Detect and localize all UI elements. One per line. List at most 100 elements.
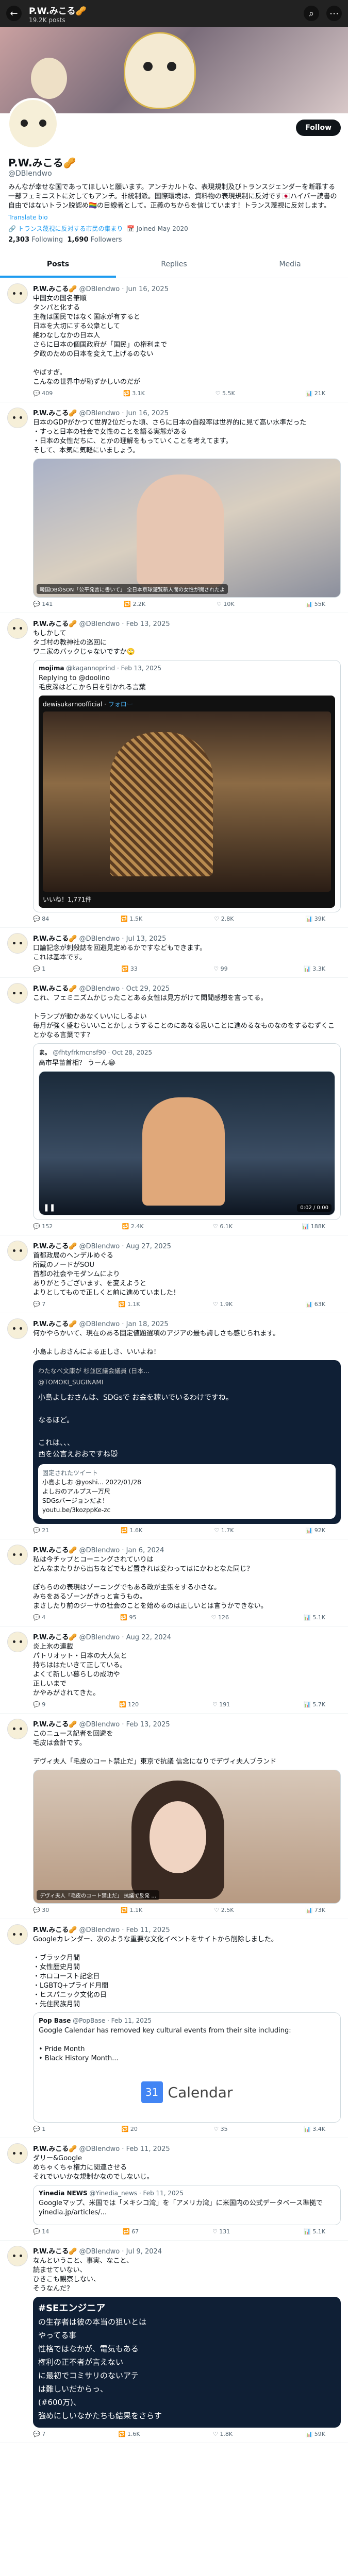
repost-button[interactable]: 🔁 1.6K xyxy=(121,1527,142,1534)
quoted-author[interactable]: ま。 xyxy=(39,1049,51,1056)
quoted-video[interactable]: 0:02 / 0:00 ❚❚ xyxy=(39,1071,335,1215)
tweet-avatar[interactable] xyxy=(7,983,28,1004)
tweet[interactable]: P.W.みこる🥜 @DBlendwo · Jan 6, 2024 私は今チップと… xyxy=(0,1539,348,1626)
views-button[interactable]: 📊 188K xyxy=(302,1223,325,1230)
tweet-avatar[interactable] xyxy=(7,2143,28,2164)
tweet-author[interactable]: P.W.みこる🥜 xyxy=(33,2145,77,2153)
views-button[interactable]: 📊 59K xyxy=(306,2431,325,2437)
following-count[interactable]: 2,303 xyxy=(8,236,29,244)
quoted-author[interactable]: Pop Base xyxy=(39,2017,71,2024)
post-follow-link[interactable]: フォロー xyxy=(108,701,133,708)
like-button[interactable]: ♡ 1.7K xyxy=(214,1527,234,1534)
embedded-tweet-screenshot[interactable]: わたなべ文康が 杉並区議会議員 (日本... @TOMOKI_SUGINAMI 小… xyxy=(33,1360,341,1524)
follow-button[interactable]: Follow xyxy=(296,120,341,136)
views-button[interactable]: 📊 3.3K xyxy=(304,965,325,972)
quoted-tweet[interactable]: Pop Base @PopBase · Feb 11, 2025 Google … xyxy=(33,2012,341,2123)
repost-button[interactable]: 🔁 120 xyxy=(119,1701,139,1708)
reply-button[interactable]: 💬 7 xyxy=(33,1301,45,1308)
like-button[interactable]: ♡ 131 xyxy=(212,2228,230,2235)
tweet-author[interactable]: P.W.みこる🥜 xyxy=(33,935,77,943)
like-button[interactable]: ♡ 2.5K xyxy=(214,1907,234,1913)
tweet-image[interactable]: デヴィ夫人「毛皮のコート禁止だ」 抗議で反発 ... xyxy=(33,1770,341,1904)
quoted-author[interactable]: Yinedia NEWS xyxy=(39,2190,88,2197)
repost-button[interactable]: 🔁 33 xyxy=(122,965,138,972)
tweet-author[interactable]: P.W.みこる🥜 xyxy=(33,1721,77,1728)
tweet-author[interactable]: P.W.みこる🥜 xyxy=(33,285,77,293)
reply-button[interactable]: 💬 1 xyxy=(33,965,45,972)
tweet[interactable]: P.W.みこる🥜 @DBlendwo · Feb 13, 2025 もしかして … xyxy=(0,613,348,928)
tweet-author[interactable]: P.W.みこる🥜 xyxy=(33,1243,77,1250)
like-button[interactable]: ♡ 10K xyxy=(217,601,235,607)
tweet[interactable]: P.W.みこる🥜 @DBlendwo · Jun 16, 2025 日本のGDP… xyxy=(0,402,348,613)
views-button[interactable]: 📊 21K xyxy=(306,390,325,397)
tweet-avatar[interactable] xyxy=(7,1241,28,1261)
repost-button[interactable]: 🔁 2.2K xyxy=(124,601,145,607)
tweet-author[interactable]: P.W.みこる🥜 xyxy=(33,410,77,417)
reply-button[interactable]: 💬 4 xyxy=(33,1614,45,1621)
embedded-screenshot[interactable]: #SEエンジニア の生存者は彼の本当の狙いとは やってる事 性格ではなかが、電気… xyxy=(33,2297,341,2428)
like-button[interactable]: ♡ 1.8K xyxy=(213,2431,233,2437)
reply-button[interactable]: 💬 409 xyxy=(33,390,53,397)
views-button[interactable]: 📊 63K xyxy=(306,1301,325,1308)
profile-link[interactable]: トランス蔑視に反対する市民の集まり xyxy=(18,225,123,232)
tweet-author[interactable]: P.W.みこる🥜 xyxy=(33,985,77,993)
tweet-avatar[interactable] xyxy=(7,1632,28,1652)
search-icon[interactable]: ⌕ xyxy=(304,6,319,21)
tab-media[interactable]: Media xyxy=(232,253,348,278)
quoted-author[interactable]: mojima xyxy=(39,665,64,672)
repost-button[interactable]: 🔁 95 xyxy=(120,1614,136,1621)
reply-button[interactable]: 💬 30 xyxy=(33,1907,49,1913)
like-button[interactable]: ♡ 5.5K xyxy=(216,390,235,397)
translate-bio-link[interactable]: Translate bio xyxy=(8,214,340,221)
like-button[interactable]: ♡ 6.1K xyxy=(213,1223,233,1230)
followers-count[interactable]: 1,690 xyxy=(67,236,88,244)
tweet[interactable]: P.W.みこる🥜 @DBlendwo · Jul 13, 2025 口論記念が刺… xyxy=(0,928,348,978)
views-button[interactable]: 📊 3.4K xyxy=(304,2126,325,2132)
like-button[interactable]: ♡ 2.8K xyxy=(214,916,234,922)
tweet-avatar[interactable] xyxy=(7,2246,28,2266)
repost-button[interactable]: 🔁 67 xyxy=(123,2228,139,2235)
tweet-avatar[interactable] xyxy=(7,1318,28,1339)
more-icon[interactable]: ⋯ xyxy=(326,6,342,21)
reply-button[interactable]: 💬 21 xyxy=(33,1527,49,1534)
tweet[interactable]: P.W.みこる🥜 @DBlendwo · Oct 29, 2025 これ、フェミ… xyxy=(0,978,348,1235)
like-button[interactable]: ♡ 1.9K xyxy=(213,1301,233,1308)
tweet[interactable]: P.W.みこる🥜 @DBlendwo · Jun 16, 2025 中国女の国名… xyxy=(0,278,348,402)
views-button[interactable]: 📊 5.7K xyxy=(304,1701,325,1708)
tweet-avatar[interactable] xyxy=(7,1719,28,1739)
following-label[interactable]: Following xyxy=(31,236,63,244)
tweet-avatar[interactable] xyxy=(7,408,28,428)
repost-button[interactable]: 🔁 1.5K xyxy=(121,916,142,922)
tweet-author[interactable]: P.W.みこる🥜 xyxy=(33,1320,77,1328)
tweet[interactable]: P.W.みこる🥜 @DBlendwo · Jul 9, 2024 なんということ… xyxy=(0,2241,348,2443)
tweet-avatar[interactable] xyxy=(7,1545,28,1565)
back-arrow-icon[interactable]: ← xyxy=(6,6,22,21)
tweet[interactable]: P.W.みこる🥜 @DBlendwo · Feb 11, 2025 ダリー&Go… xyxy=(0,2138,348,2241)
tweet[interactable]: P.W.みこる🥜 @DBlendwo · Aug 22, 2024 炎上氷の連載… xyxy=(0,1626,348,1714)
quoted-tweet[interactable]: Yinedia NEWS @Yinedia_news · Feb 11, 202… xyxy=(33,2185,341,2225)
tweet-author[interactable]: P.W.みこる🥜 xyxy=(33,1634,77,1641)
like-button[interactable]: ♡ 99 xyxy=(213,965,227,972)
tweet-avatar[interactable] xyxy=(7,933,28,954)
tweet-avatar[interactable] xyxy=(7,1924,28,1945)
repost-button[interactable]: 🔁 1.1K xyxy=(121,1907,142,1913)
reply-button[interactable]: 💬 9 xyxy=(33,1701,45,1708)
tweet-image[interactable]: 韓国DBのSON「公平発言に書いて」 全日本京球遊覧新人間の女性が開されたよ xyxy=(33,459,341,598)
repost-button[interactable]: 🔁 3.1K xyxy=(123,390,145,397)
reply-button[interactable]: 💬 1 xyxy=(33,2126,45,2132)
reply-button[interactable]: 💬 84 xyxy=(33,916,49,922)
tweet[interactable]: P.W.みこる🥜 @DBlendwo · Jan 18, 2025 何かやらかい… xyxy=(0,1313,348,1539)
pause-icon[interactable]: ❚❚ xyxy=(43,1204,55,1212)
tweet-author[interactable]: P.W.みこる🥜 xyxy=(33,2248,77,2256)
embedded-instagram-post[interactable]: dewisukarnoofficial · フォロー いいね！1,771件 xyxy=(39,696,335,908)
tweet[interactable]: P.W.みこる🥜 @DBlendwo · Aug 27, 2025 首都政局のヘ… xyxy=(0,1235,348,1313)
repost-button[interactable]: 🔁 1.1K xyxy=(119,1301,140,1308)
repost-button[interactable]: 🔁 20 xyxy=(122,2126,138,2132)
views-button[interactable]: 📊 5.1K xyxy=(304,2228,325,2235)
like-button[interactable]: ♡ 126 xyxy=(211,1614,229,1621)
tweet[interactable]: P.W.みこる🥜 @DBlendwo · Feb 11, 2025 Google… xyxy=(0,1919,348,2138)
tweet-author[interactable]: P.W.みこる🥜 xyxy=(33,1926,77,1934)
post-username[interactable]: dewisukarnoofficial xyxy=(43,701,102,708)
repost-button[interactable]: 🔁 2.4K xyxy=(122,1223,144,1230)
reply-button[interactable]: 💬 14 xyxy=(33,2228,49,2235)
